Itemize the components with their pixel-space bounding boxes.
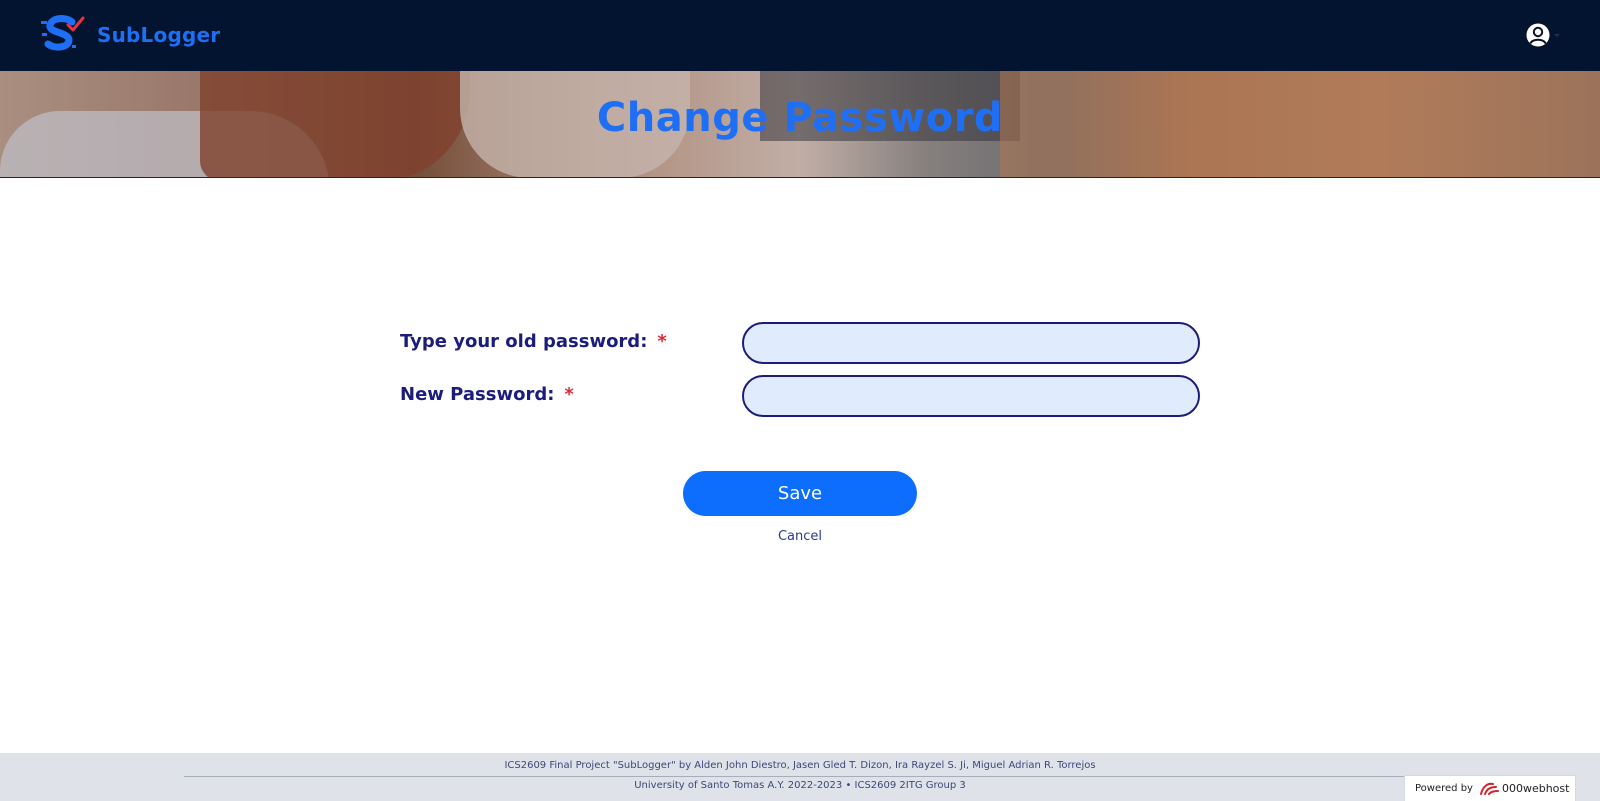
required-indicator: * xyxy=(564,384,574,405)
sublogger-logo-icon xyxy=(41,15,85,51)
old-password-label: Type your old password: * xyxy=(400,331,667,352)
webhost-name: 000webhost xyxy=(1501,782,1570,795)
user-menu-dropdown[interactable] xyxy=(1525,22,1560,48)
new-password-row: New Password: * xyxy=(400,375,1200,417)
brand-home-link[interactable]: SubLogger xyxy=(41,15,220,55)
footer-divider xyxy=(184,776,1416,777)
old-password-label-text: Type your old password: xyxy=(400,331,648,352)
brand-name: SubLogger xyxy=(97,23,221,47)
save-button[interactable]: Save xyxy=(683,471,917,516)
new-password-label-text: New Password: xyxy=(400,384,555,405)
powered-by-text: Powered by xyxy=(1415,783,1473,794)
page-title: Change Password xyxy=(596,95,1004,141)
user-circle-icon xyxy=(1525,22,1551,48)
footer-credits: ICS2609 Final Project "SubLogger" by Ald… xyxy=(504,760,1096,771)
hero-banner: Change Password xyxy=(0,71,1600,178)
cancel-link[interactable]: Cancel xyxy=(700,529,900,544)
required-indicator: * xyxy=(657,331,667,352)
000webhost-logo-icon xyxy=(1479,782,1499,795)
navbar: SubLogger xyxy=(0,0,1600,71)
footer-university: University of Santo Tomas A.Y. 2022-2023… xyxy=(634,780,966,791)
old-password-input[interactable] xyxy=(742,322,1200,364)
new-password-input[interactable] xyxy=(742,375,1200,417)
new-password-label: New Password: * xyxy=(400,384,574,405)
old-password-row: Type your old password: * xyxy=(400,322,1200,364)
footer: ICS2609 Final Project "SubLogger" by Ald… xyxy=(0,753,1600,801)
chevron-down-icon xyxy=(1554,33,1560,37)
webhost-badge-link[interactable]: Powered by 000webhost xyxy=(1404,775,1576,801)
